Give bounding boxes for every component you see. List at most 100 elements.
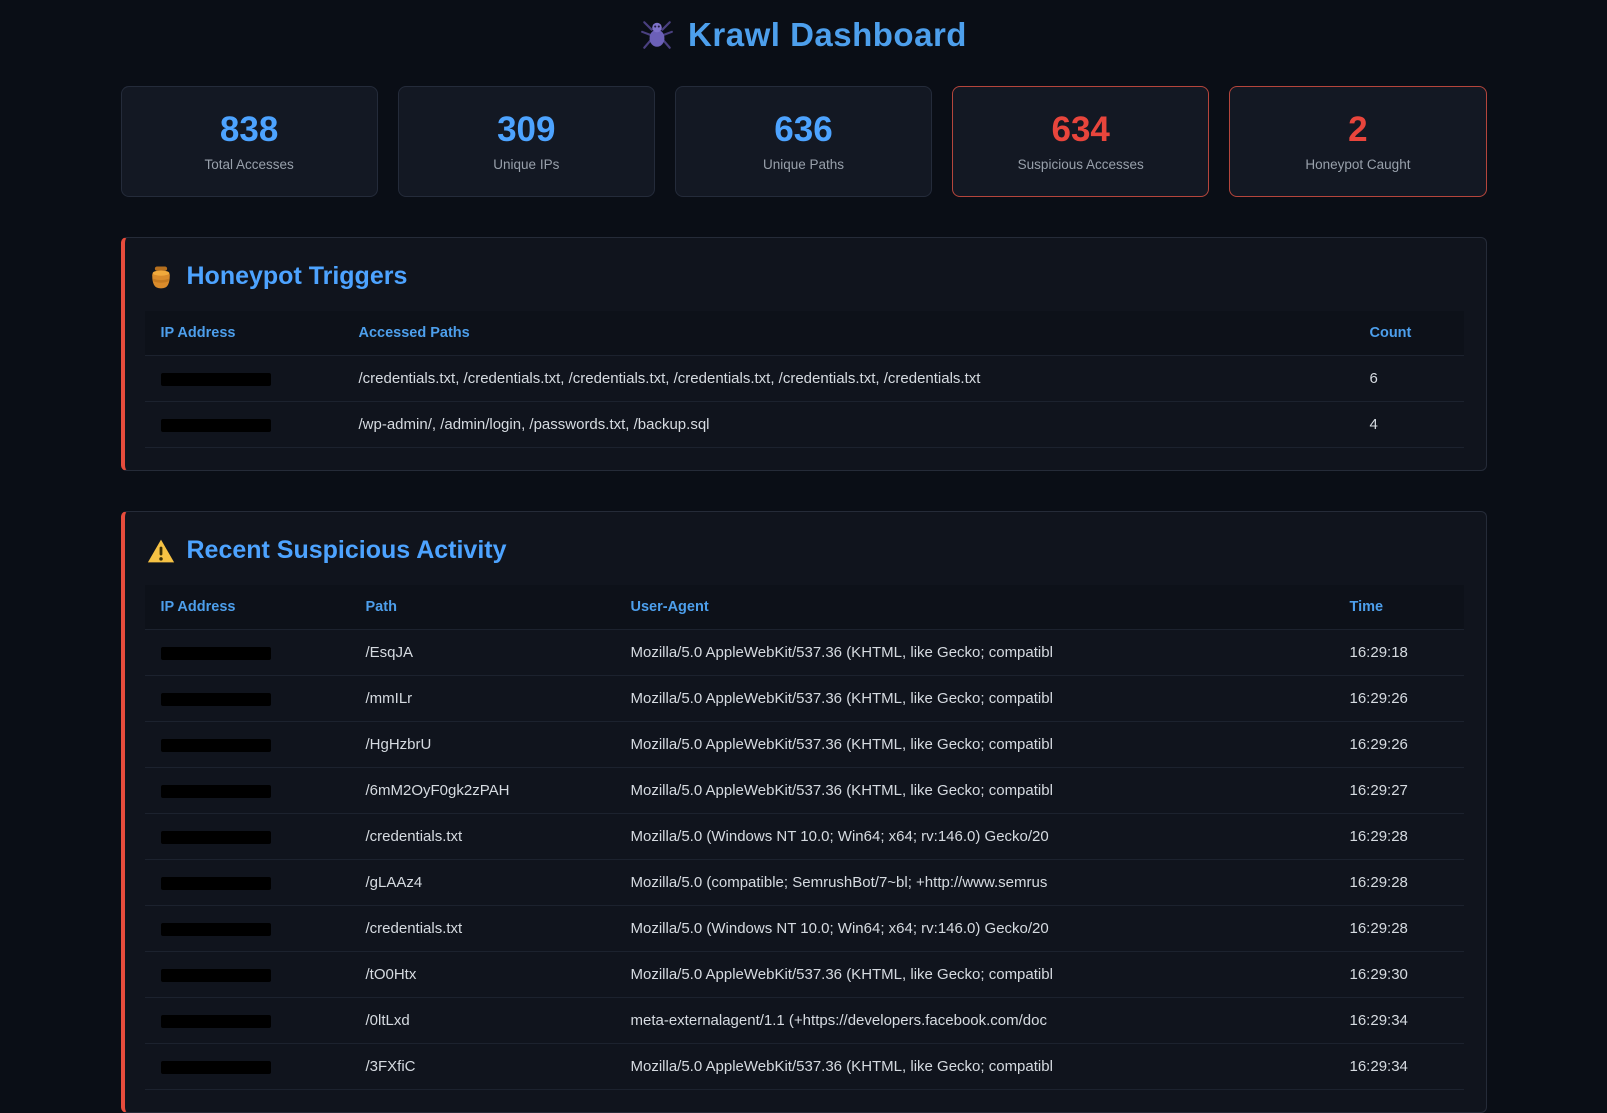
suspicious-table-row: /tO0HtxMozilla/5.0 AppleWebKit/537.36 (K…: [145, 952, 1464, 998]
accessed-paths-cell: /wp-admin/, /admin/login, /passwords.txt…: [343, 402, 1354, 448]
suspicious-table-row: /6mM2OyF0gk2zPAHMozilla/5.0 AppleWebKit/…: [145, 768, 1464, 814]
ip-cell: [145, 630, 350, 676]
honeypot-table: IP Address Accessed Paths Count /credent…: [145, 311, 1464, 448]
user-agent-cell: Mozilla/5.0 AppleWebKit/537.36 (KHTML, l…: [615, 1044, 1334, 1090]
ip-cell: [145, 998, 350, 1044]
path-cell: /gLAAz4: [350, 860, 615, 906]
path-cell: /0ltLxd: [350, 998, 615, 1044]
stat-card-total-accesses: 838 Total Accesses: [121, 86, 378, 197]
honeypot-panel-title: Honeypot Triggers: [187, 262, 408, 291]
suspicious-table-header-row: IP Address Path User-Agent Time: [145, 585, 1464, 630]
path-cell: /HgHzbrU: [350, 722, 615, 768]
column-header-time: Time: [1334, 585, 1464, 630]
user-agent-cell: Mozilla/5.0 (Windows NT 10.0; Win64; x64…: [615, 906, 1334, 952]
redacted-ip-bar: [161, 647, 271, 660]
stat-label: Unique Paths: [763, 157, 844, 172]
stat-label: Honeypot Caught: [1305, 157, 1410, 172]
ip-cell: [145, 402, 343, 448]
user-agent-cell: meta-externalagent/1.1 (+https://develop…: [615, 998, 1334, 1044]
ip-cell: [145, 1044, 350, 1090]
warning-icon: [147, 537, 175, 565]
redacted-ip-bar: [161, 923, 271, 936]
redacted-ip-bar: [161, 373, 271, 386]
stats-row: 838 Total Accesses 309 Unique IPs 636 Un…: [121, 86, 1487, 197]
stat-card-honeypot-caught: 2 Honeypot Caught: [1229, 86, 1486, 197]
stat-card-unique-paths: 636 Unique Paths: [675, 86, 932, 197]
column-header-user-agent: User-Agent: [615, 585, 1334, 630]
user-agent-cell: Mozilla/5.0 AppleWebKit/537.36 (KHTML, l…: [615, 768, 1334, 814]
time-cell: 16:29:28: [1334, 906, 1464, 952]
ip-cell: [145, 906, 350, 952]
path-cell: /mmILr: [350, 676, 615, 722]
stat-value: 2: [1348, 112, 1367, 147]
suspicious-table-row: /0ltLxdmeta-externalagent/1.1 (+https://…: [145, 998, 1464, 1044]
krawl-dashboard-page: Krawl Dashboard 838 Total Accesses 309 U…: [121, 0, 1487, 1113]
suspicious-table: IP Address Path User-Agent Time /EsqJAMo…: [145, 585, 1464, 1090]
redacted-ip-bar: [161, 785, 271, 798]
path-cell: /credentials.txt: [350, 906, 615, 952]
user-agent-cell: Mozilla/5.0 AppleWebKit/537.36 (KHTML, l…: [615, 722, 1334, 768]
time-cell: 16:29:34: [1334, 998, 1464, 1044]
column-header-path: Path: [350, 585, 615, 630]
suspicious-table-row: /gLAAz4Mozilla/5.0 (compatible; SemrushB…: [145, 860, 1464, 906]
suspicious-table-row: /HgHzbrUMozilla/5.0 AppleWebKit/537.36 (…: [145, 722, 1464, 768]
suspicious-table-row: /credentials.txtMozilla/5.0 (Windows NT …: [145, 814, 1464, 860]
stat-label: Total Accesses: [204, 157, 293, 172]
honeypot-icon: [147, 263, 175, 291]
ip-cell: [145, 860, 350, 906]
ip-cell: [145, 722, 350, 768]
redacted-ip-bar: [161, 693, 271, 706]
path-cell: /credentials.txt: [350, 814, 615, 860]
ip-cell: [145, 356, 343, 402]
spider-icon: [640, 18, 674, 52]
honeypot-table-row: /credentials.txt, /credentials.txt, /cre…: [145, 356, 1464, 402]
honeypot-table-body: /credentials.txt, /credentials.txt, /cre…: [145, 356, 1464, 448]
user-agent-cell: Mozilla/5.0 AppleWebKit/537.36 (KHTML, l…: [615, 630, 1334, 676]
suspicious-table-row: /credentials.txtMozilla/5.0 (Windows NT …: [145, 906, 1464, 952]
user-agent-cell: Mozilla/5.0 (Windows NT 10.0; Win64; x64…: [615, 814, 1334, 860]
time-cell: 16:29:28: [1334, 814, 1464, 860]
honeypot-panel-heading: Honeypot Triggers: [147, 262, 1464, 291]
time-cell: 16:29:26: [1334, 676, 1464, 722]
suspicious-panel-title: Recent Suspicious Activity: [187, 536, 507, 565]
suspicious-table-row: /3FXfiCMozilla/5.0 AppleWebKit/537.36 (K…: [145, 1044, 1464, 1090]
suspicious-panel-heading: Recent Suspicious Activity: [147, 536, 1464, 565]
stat-label: Unique IPs: [493, 157, 559, 172]
stat-card-unique-ips: 309 Unique IPs: [398, 86, 655, 197]
column-header-ip: IP Address: [145, 311, 343, 356]
accessed-paths-cell: /credentials.txt, /credentials.txt, /cre…: [343, 356, 1354, 402]
path-cell: /6mM2OyF0gk2zPAH: [350, 768, 615, 814]
ip-cell: [145, 952, 350, 998]
stat-value: 634: [1052, 112, 1110, 147]
column-header-count: Count: [1354, 311, 1464, 356]
time-cell: 16:29:28: [1334, 860, 1464, 906]
time-cell: 16:29:27: [1334, 768, 1464, 814]
count-cell: 4: [1354, 402, 1464, 448]
ip-cell: [145, 814, 350, 860]
path-cell: /EsqJA: [350, 630, 615, 676]
stat-label: Suspicious Accesses: [1018, 157, 1144, 172]
ip-cell: [145, 768, 350, 814]
path-cell: /tO0Htx: [350, 952, 615, 998]
ip-cell: [145, 676, 350, 722]
suspicious-activity-panel: Recent Suspicious Activity IP Address Pa…: [121, 511, 1487, 1113]
redacted-ip-bar: [161, 1015, 271, 1028]
stat-value: 838: [220, 112, 278, 147]
redacted-ip-bar: [161, 831, 271, 844]
redacted-ip-bar: [161, 419, 271, 432]
redacted-ip-bar: [161, 877, 271, 890]
honeypot-table-row: /wp-admin/, /admin/login, /passwords.txt…: [145, 402, 1464, 448]
redacted-ip-bar: [161, 739, 271, 752]
honeypot-table-header-row: IP Address Accessed Paths Count: [145, 311, 1464, 356]
suspicious-table-row: /mmILrMozilla/5.0 AppleWebKit/537.36 (KH…: [145, 676, 1464, 722]
user-agent-cell: Mozilla/5.0 AppleWebKit/537.36 (KHTML, l…: [615, 676, 1334, 722]
time-cell: 16:29:30: [1334, 952, 1464, 998]
user-agent-cell: Mozilla/5.0 (compatible; SemrushBot/7~bl…: [615, 860, 1334, 906]
column-header-accessed-paths: Accessed Paths: [343, 311, 1354, 356]
time-cell: 16:29:18: [1334, 630, 1464, 676]
redacted-ip-bar: [161, 1061, 271, 1074]
time-cell: 16:29:26: [1334, 722, 1464, 768]
count-cell: 6: [1354, 356, 1464, 402]
suspicious-table-row: /EsqJAMozilla/5.0 AppleWebKit/537.36 (KH…: [145, 630, 1464, 676]
column-header-ip: IP Address: [145, 585, 350, 630]
